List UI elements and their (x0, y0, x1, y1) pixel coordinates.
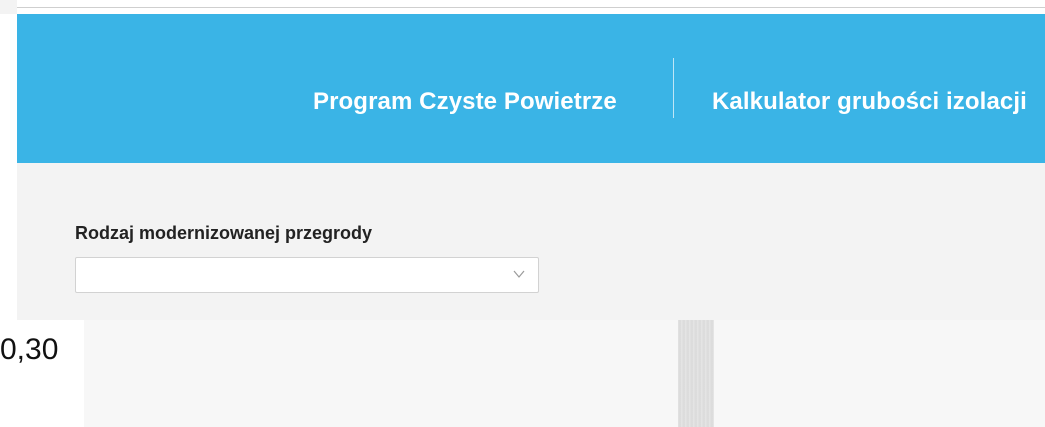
value-text: 0,30 (0, 333, 59, 366)
partition-type-select[interactable] (75, 257, 539, 293)
content-area (84, 320, 1045, 427)
nav-link-kalkulator[interactable]: Kalkulator grubości izolacji (712, 88, 1027, 116)
chevron-down-icon (513, 270, 525, 278)
partition-type-label: Rodzaj modernizowanej przegrody (75, 223, 373, 243)
top-divider-line (17, 7, 1045, 8)
vertical-scroll-bar[interactable] (678, 320, 714, 427)
page-frame: Program Czyste Powietrze Kalkulator grub… (0, 0, 1045, 427)
top-strip (0, 0, 17, 14)
form-panel: Rodzaj modernizowanej przegrody (17, 163, 1045, 320)
nav-divider (673, 58, 674, 118)
top-navigation-bar: Program Czyste Powietrze Kalkulator grub… (17, 14, 1045, 163)
nav-link-program-czyste-powietrze[interactable]: Program Czyste Powietrze (313, 88, 617, 116)
